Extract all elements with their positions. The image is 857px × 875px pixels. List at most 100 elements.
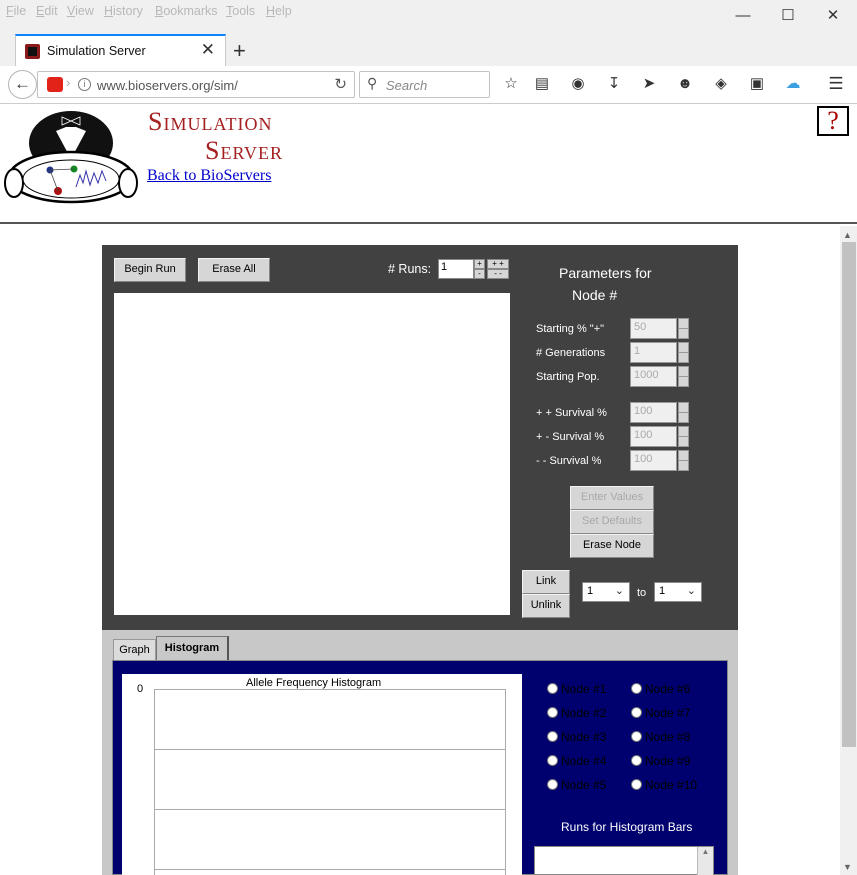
runs-histogram-label: Runs for Histogram Bars bbox=[561, 820, 693, 834]
params-title: Parameters for bbox=[559, 265, 652, 281]
help-question-icon[interactable]: ? bbox=[817, 106, 849, 136]
search-icon: ⚲ bbox=[367, 75, 378, 91]
radio-node-2[interactable]: Node #2 bbox=[547, 706, 606, 720]
hamburger-menu-icon[interactable]: ☰ bbox=[826, 74, 846, 94]
camera-icon bbox=[47, 77, 63, 92]
to-node-value: 1 bbox=[659, 585, 666, 597]
begin-run-button[interactable]: Begin Run bbox=[114, 258, 186, 282]
runs-input[interactable]: 1 bbox=[438, 259, 474, 279]
scroll-down-arrow-icon[interactable]: ▼ bbox=[843, 862, 852, 872]
radio-node-7[interactable]: Node #7 bbox=[631, 706, 690, 720]
param-label-generations: # Generations bbox=[536, 347, 606, 359]
runs-decrement-big-button[interactable]: - - bbox=[487, 269, 509, 279]
simulation-canvas[interactable] bbox=[114, 293, 510, 615]
search-input[interactable]: ⚲ Search bbox=[359, 71, 490, 98]
runs-increment-button[interactable]: + bbox=[474, 259, 485, 269]
to-node-select[interactable]: 1 ⌄ bbox=[654, 582, 702, 602]
radio-node-10[interactable]: Node #10 bbox=[631, 778, 697, 792]
tab-title: Simulation Server bbox=[47, 44, 146, 58]
from-node-value: 1 bbox=[587, 585, 594, 597]
from-node-select[interactable]: 1 ⌄ bbox=[582, 582, 630, 602]
new-tab-icon[interactable]: + bbox=[233, 38, 246, 64]
param-starting-pop-field[interactable]: 1000 bbox=[630, 366, 677, 387]
param-mm-survival-spinner[interactable] bbox=[678, 450, 689, 471]
url-text: www.bioservers.org/sim/ bbox=[97, 78, 238, 93]
screenshot-icon[interactable]: ▣ bbox=[747, 74, 767, 94]
pocket-icon[interactable]: ◉ bbox=[568, 74, 588, 94]
to-label: to bbox=[637, 587, 647, 599]
smiley-icon[interactable]: ☻ bbox=[675, 74, 695, 94]
unlink-button[interactable]: Unlink bbox=[522, 594, 570, 618]
menu-file[interactable]: File bbox=[6, 4, 26, 18]
param-pp-survival-spinner[interactable] bbox=[678, 402, 689, 423]
runs-increment-big-button[interactable]: + + bbox=[487, 259, 509, 269]
menu-view[interactable]: View bbox=[67, 4, 94, 18]
menu-edit[interactable]: Edit bbox=[36, 4, 58, 18]
chevron-down-icon: ⌄ bbox=[686, 585, 696, 597]
param-pm-survival-field[interactable]: 100 bbox=[630, 426, 677, 447]
histogram-gridline bbox=[155, 809, 505, 810]
enter-values-button[interactable]: Enter Values bbox=[570, 486, 654, 510]
radio-node-3[interactable]: Node #3 bbox=[547, 730, 606, 744]
logo-title-line1: Simulation bbox=[148, 107, 273, 136]
histogram-gridline bbox=[155, 749, 505, 750]
histogram-title: Allele Frequency Histogram bbox=[246, 677, 382, 689]
link-button[interactable]: Link bbox=[522, 570, 570, 594]
radio-node-6[interactable]: Node #6 bbox=[631, 682, 690, 696]
browser-tab[interactable]: Simulation Server ✕ bbox=[15, 34, 226, 68]
param-starting-pop-spinner[interactable] bbox=[678, 366, 689, 387]
reading-list-icon[interactable]: ▤ bbox=[532, 74, 552, 94]
menu-bookmarks[interactable]: Bookmarks bbox=[155, 4, 218, 18]
param-label-pp-survival: + + Survival % bbox=[536, 407, 607, 419]
extension-icon[interactable]: ◈ bbox=[711, 74, 731, 94]
param-pm-survival-spinner[interactable] bbox=[678, 426, 689, 447]
param-starting-percent-spinner[interactable] bbox=[678, 318, 689, 339]
param-label-starting-pop: Starting Pop. bbox=[536, 371, 600, 383]
tab-graph[interactable]: Graph bbox=[113, 639, 156, 660]
erase-all-button[interactable]: Erase All bbox=[198, 258, 270, 282]
url-bar[interactable]: › i www.bioservers.org/sim/ ↻ bbox=[37, 71, 355, 98]
tab-histogram[interactable]: Histogram bbox=[156, 636, 229, 661]
chevron-down-icon: ⌄ bbox=[614, 585, 624, 597]
menu-bar: File Edit View History Bookmarks Tools H… bbox=[0, 0, 857, 24]
back-to-bioservers-link[interactable]: Back to BioServers bbox=[147, 167, 271, 185]
radio-node-1[interactable]: Node #1 bbox=[547, 682, 606, 696]
menu-history[interactable]: History bbox=[104, 4, 143, 18]
menu-tools[interactable]: Tools bbox=[226, 4, 255, 18]
param-mm-survival-field[interactable]: 100 bbox=[630, 450, 677, 471]
histogram-gridline bbox=[155, 869, 505, 870]
runs-label: # Runs: bbox=[388, 262, 432, 276]
menu-help[interactable]: Help bbox=[266, 4, 292, 18]
radio-node-8[interactable]: Node #8 bbox=[631, 730, 690, 744]
info-icon[interactable]: i bbox=[78, 78, 91, 91]
runs-histogram-list[interactable] bbox=[534, 846, 714, 875]
radio-node-5[interactable]: Node #5 bbox=[547, 778, 606, 792]
param-generations-spinner[interactable] bbox=[678, 342, 689, 363]
set-defaults-button[interactable]: Set Defaults bbox=[570, 510, 654, 534]
cloud-icon[interactable]: ☁ bbox=[783, 74, 803, 94]
header-divider bbox=[0, 222, 857, 224]
runs-list-scrollbar[interactable]: ▲ bbox=[697, 847, 713, 875]
bookmark-star-icon[interactable]: ☆ bbox=[501, 74, 521, 94]
param-label-mm-survival: - - Survival % bbox=[536, 455, 602, 467]
scroll-up-arrow-icon[interactable]: ▲ bbox=[843, 230, 852, 240]
param-starting-percent-field[interactable]: 50 bbox=[630, 318, 677, 339]
runs-decrement-button[interactable]: - bbox=[474, 269, 485, 279]
param-pp-survival-field[interactable]: 100 bbox=[630, 402, 677, 423]
page-scrollbar-thumb[interactable] bbox=[842, 242, 856, 747]
chevron-right-icon: › bbox=[66, 75, 71, 90]
histogram-plot-area bbox=[154, 689, 506, 875]
reload-icon[interactable]: ↻ bbox=[334, 75, 347, 93]
back-arrow-icon[interactable]: ← bbox=[8, 70, 37, 99]
send-icon[interactable]: ➤ bbox=[639, 74, 659, 94]
tab-favicon-icon bbox=[25, 44, 40, 59]
butler-logo bbox=[4, 111, 138, 204]
browser-window: File Edit View History Bookmarks Tools H… bbox=[0, 0, 857, 875]
radio-node-4[interactable]: Node #4 bbox=[547, 754, 606, 768]
radio-node-9[interactable]: Node #9 bbox=[631, 754, 690, 768]
erase-node-button[interactable]: Erase Node bbox=[570, 534, 654, 558]
tab-close-icon[interactable]: ✕ bbox=[201, 40, 215, 60]
param-generations-field[interactable]: 1 bbox=[630, 342, 677, 363]
download-icon[interactable]: ↧ bbox=[604, 74, 624, 94]
param-label-starting-percent: Starting % "+" bbox=[536, 323, 605, 335]
